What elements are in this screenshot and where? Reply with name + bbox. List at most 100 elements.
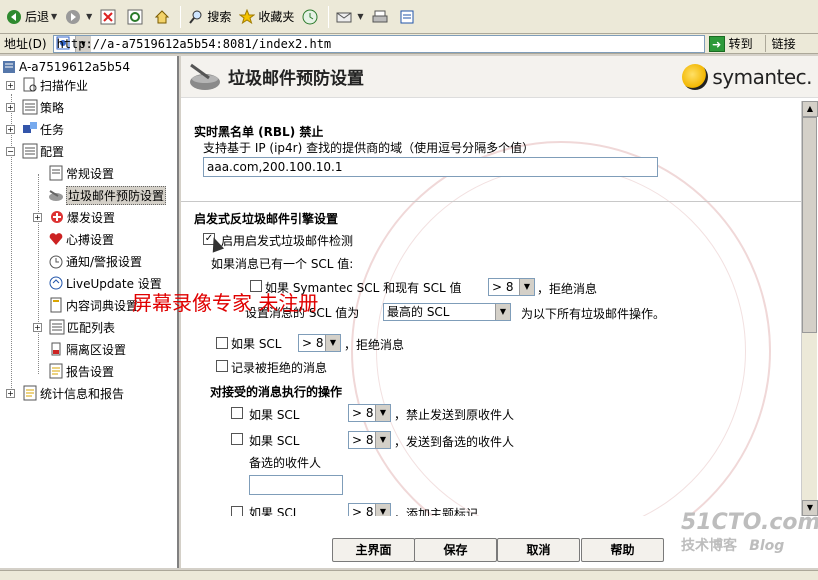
tree-item-scan-jobs[interactable]: + 扫描作业 xyxy=(6,75,88,95)
tree-item-report-settings[interactable]: 报告设置 xyxy=(48,361,114,381)
search-label: 搜索 xyxy=(207,10,232,24)
edit-button[interactable] xyxy=(395,4,422,30)
existing-scl-label: 如果消息已有一个 SCL 值: xyxy=(211,257,354,271)
mail-dropdown-icon[interactable]: ▼ xyxy=(357,12,363,21)
scan-job-icon xyxy=(22,77,38,93)
mail-button[interactable]: ▼ xyxy=(332,4,367,30)
expand-icon[interactable]: + xyxy=(6,103,15,112)
stop-button[interactable] xyxy=(96,4,123,30)
expand-icon[interactable]: + xyxy=(6,389,15,398)
go-button[interactable]: ➜ 转到 xyxy=(708,35,753,52)
dropdown-arrow-icon: ▼ xyxy=(325,335,340,351)
outbreak-icon xyxy=(49,209,65,225)
back-arrow-icon xyxy=(6,9,22,25)
action2-checkbox[interactable] xyxy=(231,433,243,445)
action3-checkbox[interactable] xyxy=(231,506,243,516)
tree-item-label: 心搏设置 xyxy=(66,232,115,247)
tree-item-general-settings[interactable]: 常规设置 xyxy=(48,163,114,183)
action1-checkbox[interactable] xyxy=(231,407,243,419)
search-icon xyxy=(188,9,204,25)
tree-item-match-list[interactable]: + 匹配列表 xyxy=(33,317,115,337)
rbl-description: 支持基于 IP (ip4r) 查找的提供商的域（使用逗号分隔多个值） xyxy=(203,141,535,155)
tree-item-notifications[interactable]: 通知/警报设置 xyxy=(48,251,142,271)
tree-item-label: 垃圾邮件预防设置 xyxy=(66,185,167,205)
tree-item-content-dictionary[interactable]: 内容词典设置 xyxy=(48,295,138,315)
log-rejected-checkbox[interactable] xyxy=(216,360,228,372)
heuristic-section-title: 启发式反垃圾邮件引擎设置 xyxy=(194,212,339,226)
forward-button[interactable]: ▼ xyxy=(61,4,96,30)
help-button[interactable]: 帮助 xyxy=(581,538,664,562)
address-label: 地址(D) xyxy=(4,37,47,51)
server-icon xyxy=(1,59,17,75)
dropdown-arrow-icon: ▼ xyxy=(519,279,534,295)
all-spam-actions-label: 为以下所有垃圾邮件操作。 xyxy=(521,307,666,321)
expand-icon[interactable]: + xyxy=(33,213,42,222)
alt-recipient-label: 备选的收件人 xyxy=(249,456,322,470)
tree-line xyxy=(11,94,12,394)
tree-root[interactable]: A-a7519612a5b54 xyxy=(1,57,130,77)
scl-reject-select[interactable]: > 8 ▼ xyxy=(298,334,341,352)
address-input[interactable]: http://a-a7519612a5b54:8081/index2.htm ▼ xyxy=(52,34,705,53)
scl-level-select[interactable]: 最高的 SCL ▼ xyxy=(383,303,511,321)
list-icon xyxy=(49,319,65,335)
symantec-scl-select[interactable]: > 8 ▼ xyxy=(488,278,535,296)
go-label: 转到 xyxy=(728,37,753,51)
reject-label: ，拒绝消息 xyxy=(537,282,598,296)
links-button[interactable]: 链接 xyxy=(764,35,796,52)
tree-item-label: 爆发设置 xyxy=(67,210,116,225)
tree-item-outbreak-settings[interactable]: + 爆发设置 xyxy=(33,207,115,227)
tree-item-tasks[interactable]: + 任务 xyxy=(6,119,64,139)
page-title: 垃圾邮件预防设置 xyxy=(228,69,364,89)
tree-item-spam-settings[interactable]: 垃圾邮件预防设置 xyxy=(48,185,167,205)
home-button[interactable] xyxy=(150,4,177,30)
vertical-scrollbar[interactable]: ▲ ▼ xyxy=(801,101,818,516)
alt-recipient-input[interactable] xyxy=(249,475,343,495)
search-button[interactable]: 搜索 xyxy=(184,4,235,30)
expand-icon[interactable]: + xyxy=(6,81,15,90)
stats-report-icon xyxy=(22,385,38,401)
action1-select[interactable]: > 8 ▼ xyxy=(348,404,391,422)
tree-item-label: 匹配列表 xyxy=(67,320,116,335)
printer-icon xyxy=(372,9,388,25)
tree-item-label: 通知/警报设置 xyxy=(66,254,143,269)
scl-reject-action: ，拒绝消息 xyxy=(344,338,405,352)
rbl-section-title: 实时黑名单 (RBL) 禁止 xyxy=(194,125,324,139)
save-button[interactable]: 保存 xyxy=(414,538,497,562)
tree-item-heartbeat[interactable]: 心搏设置 xyxy=(48,229,114,249)
status-bar xyxy=(0,570,818,580)
star-icon xyxy=(238,8,256,25)
action2-select[interactable]: > 8 ▼ xyxy=(348,431,391,449)
history-button[interactable] xyxy=(298,4,325,30)
scroll-up-icon[interactable]: ▲ xyxy=(802,101,818,117)
forward-dropdown-icon[interactable]: ▼ xyxy=(86,12,92,21)
print-button[interactable] xyxy=(368,4,395,30)
tree-item-label: 策略 xyxy=(40,100,65,115)
heart-icon xyxy=(48,231,64,247)
home-page-button[interactable]: 主界面 xyxy=(332,538,415,562)
scl-reject-checkbox[interactable] xyxy=(216,337,228,349)
select-value: > 8 xyxy=(352,433,374,447)
back-button[interactable]: 后退 ▼ xyxy=(2,4,61,30)
watermark-sub: 技术博客 xyxy=(681,538,737,554)
tree-item-policy[interactable]: + 策略 xyxy=(6,97,64,117)
config-icon xyxy=(22,143,38,159)
tree-item-config[interactable]: − 配置 xyxy=(6,141,64,161)
rbl-domains-input[interactable]: aaa.com,200.100.10.1 xyxy=(203,157,658,177)
dropdown-arrow-icon: ▼ xyxy=(375,432,390,448)
favorites-button[interactable]: 收藏夹 xyxy=(235,4,298,30)
address-bar: 地址(D) http://a-a7519612a5b54:8081/index2… xyxy=(0,34,818,54)
back-dropdown-icon[interactable]: ▼ xyxy=(51,12,57,21)
tree-item-quarantine[interactable]: 隔离区设置 xyxy=(48,339,126,359)
select-value: > 8 xyxy=(492,280,514,294)
cancel-button[interactable]: 取消 xyxy=(497,538,580,562)
scroll-thumb[interactable] xyxy=(802,117,817,333)
expand-icon[interactable]: + xyxy=(6,125,15,134)
tree-item-stats[interactable]: + 统计信息和报告 xyxy=(6,383,124,403)
collapse-icon[interactable]: − xyxy=(6,147,15,156)
spam-bowl-icon xyxy=(187,62,223,95)
refresh-button[interactable] xyxy=(123,4,150,30)
alarm-clock-icon xyxy=(48,253,64,269)
dictionary-icon xyxy=(48,297,64,313)
expand-icon[interactable]: + xyxy=(33,323,42,332)
action3-select[interactable]: > 8 ▼ xyxy=(348,503,391,516)
